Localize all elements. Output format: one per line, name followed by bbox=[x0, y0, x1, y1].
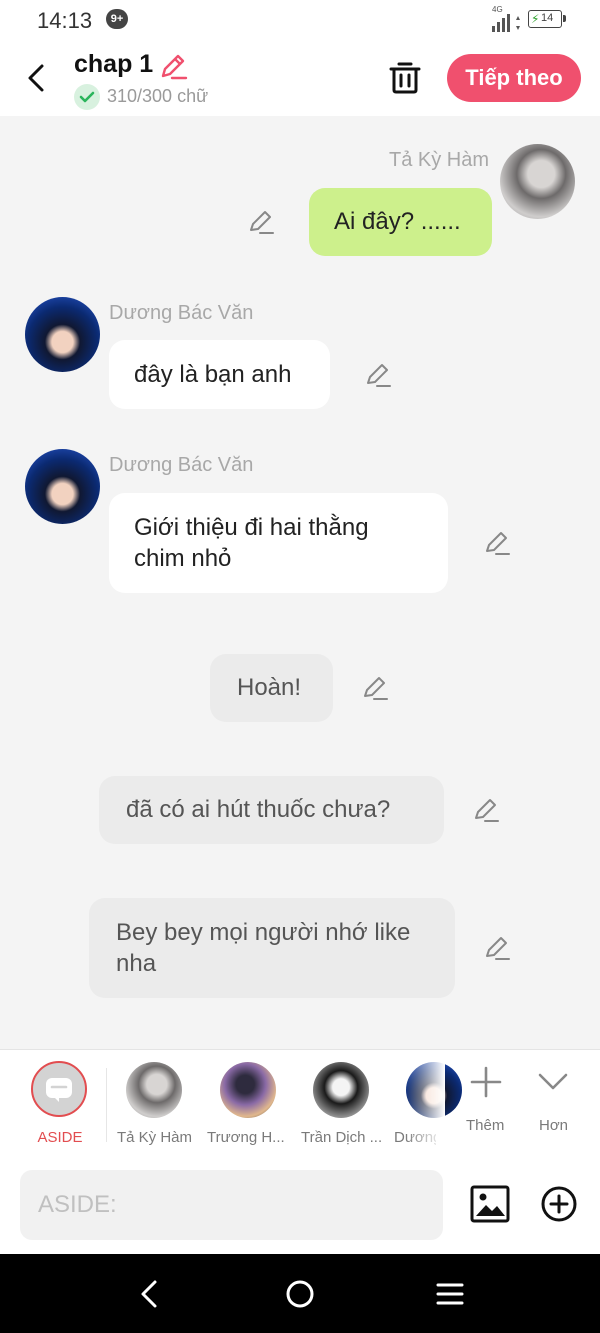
avatar-duong-bac-van[interactable] bbox=[25, 297, 100, 372]
edit-message-icon[interactable] bbox=[361, 674, 389, 702]
edit-message-icon[interactable] bbox=[483, 934, 511, 962]
battery-level: 14 bbox=[541, 12, 554, 24]
message-input[interactable] bbox=[20, 1170, 443, 1240]
network-type: 4G bbox=[492, 5, 503, 14]
add-character-label[interactable]: Thêm bbox=[466, 1117, 504, 1134]
aside-bubble[interactable]: đã có ai hút thuốc chưa? bbox=[99, 776, 444, 844]
chat-bubble-icon bbox=[46, 1078, 72, 1102]
image-icon[interactable] bbox=[470, 1185, 510, 1223]
character-name[interactable]: Trần Dịch ... bbox=[301, 1129, 381, 1146]
edit-message-icon[interactable] bbox=[483, 529, 511, 557]
avatar-duong-bac-van[interactable] bbox=[25, 449, 100, 524]
page-title: chap 1 bbox=[74, 50, 154, 78]
divider bbox=[106, 1068, 107, 1142]
character-name[interactable]: Tả Kỳ Hàm bbox=[117, 1129, 193, 1146]
more-label[interactable]: Hơn bbox=[539, 1117, 568, 1134]
edit-message-icon[interactable] bbox=[364, 361, 392, 389]
check-icon bbox=[74, 84, 100, 110]
aside-selector[interactable] bbox=[31, 1061, 87, 1117]
status-bar: 14:13 9+ 4G ⚡ 14 bbox=[0, 0, 600, 40]
message-bubble[interactable]: đây là bạn anh bbox=[109, 340, 330, 409]
nav-menu-icon[interactable] bbox=[434, 1278, 466, 1310]
system-nav-bar bbox=[0, 1254, 600, 1333]
plus-icon[interactable] bbox=[468, 1064, 504, 1100]
notification-badge: 9+ bbox=[106, 9, 128, 29]
character-name[interactable]: Trương H... bbox=[207, 1129, 287, 1146]
edit-message-icon[interactable] bbox=[247, 208, 275, 236]
character-avatar[interactable] bbox=[220, 1062, 276, 1118]
edit-title-icon[interactable] bbox=[158, 51, 188, 81]
character-avatar[interactable] bbox=[313, 1062, 369, 1118]
add-circle-icon[interactable] bbox=[540, 1185, 578, 1223]
edit-message-icon[interactable] bbox=[472, 796, 500, 824]
trash-icon[interactable] bbox=[386, 58, 424, 96]
word-count: 310/300 chữ bbox=[107, 86, 209, 106]
message-sender: Tả Kỳ Hàm bbox=[389, 149, 490, 171]
aside-bubble[interactable]: Bey bey mọi người nhớ like nha bbox=[89, 898, 455, 998]
battery-icon: ⚡ 14 bbox=[528, 10, 566, 28]
avatar-ta-ky-ham[interactable] bbox=[500, 144, 575, 219]
composer bbox=[0, 1158, 600, 1254]
next-button[interactable]: Tiếp theo bbox=[447, 54, 581, 102]
character-avatar[interactable] bbox=[126, 1062, 182, 1118]
back-arrow-icon[interactable] bbox=[20, 58, 54, 98]
character-selector: ASIDE Tả Kỳ Hàm Trương H... Trần Dịch ..… bbox=[0, 1049, 600, 1158]
app-header: chap 1 310/300 chữ Tiếp theo bbox=[0, 40, 600, 116]
message-sender: Dương Bác Văn bbox=[109, 302, 254, 324]
nav-back-icon[interactable] bbox=[134, 1278, 166, 1310]
message-bubble[interactable]: Ai đây? ...... bbox=[309, 188, 492, 256]
chevron-down-icon[interactable] bbox=[535, 1064, 571, 1100]
status-time: 14:13 bbox=[37, 8, 93, 33]
nav-home-icon[interactable] bbox=[284, 1278, 316, 1310]
scroll-fade bbox=[405, 1050, 445, 1158]
aside-label: ASIDE bbox=[37, 1129, 83, 1146]
signal-icon bbox=[492, 14, 520, 32]
message-sender: Dương Bác Văn bbox=[109, 454, 254, 476]
message-bubble[interactable]: Giới thiệu đi hai thằng chim nhỏ bbox=[109, 493, 448, 593]
aside-bubble[interactable]: Hoàn! bbox=[210, 654, 333, 722]
